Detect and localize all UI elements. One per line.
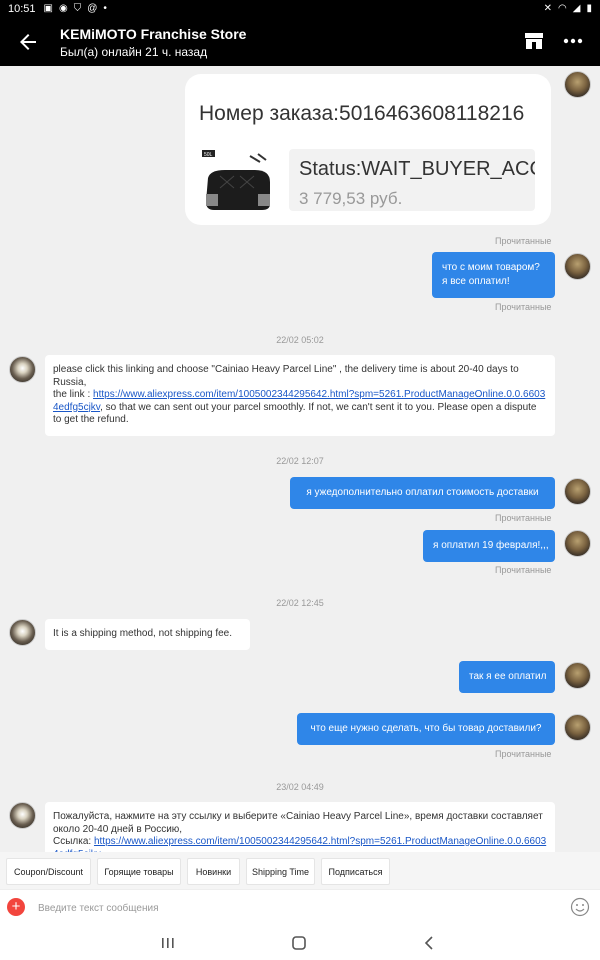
message-outgoing[interactable]: так я ее оплатил [459, 661, 555, 693]
date-divider: 22/02 05:02 [276, 335, 324, 345]
signal-icon: ◢ [572, 3, 581, 14]
battery-icon: ▮ [586, 3, 592, 14]
date-divider: 22/02 12:07 [276, 456, 324, 466]
add-attachment-icon[interactable]: + [7, 898, 25, 916]
read-receipt: Прочитанные [495, 749, 552, 759]
message-outgoing[interactable]: я ужедополнительно оплатил стоимость дос… [290, 477, 555, 509]
quick-action-shipping-time[interactable]: Shipping Time [246, 858, 315, 885]
message-input-bar: + [0, 889, 600, 925]
seller-avatar [9, 802, 36, 829]
message-text: the link : [53, 389, 94, 400]
message-incoming[interactable]: please click this linking and choose "Ca… [45, 355, 555, 436]
recent-apps-icon[interactable] [160, 935, 176, 951]
message-incoming[interactable]: Пожалуйста, нажмите на эту ссылку и выбе… [45, 802, 555, 852]
read-receipt: Прочитанные [495, 565, 552, 575]
mute-icon: ✕ [543, 3, 553, 14]
date-divider: 23/02 04:49 [276, 782, 324, 792]
quick-action-coupon[interactable]: Coupon/Discount [6, 858, 91, 885]
quick-action-subscribe[interactable]: Подписаться [321, 858, 390, 885]
gallery-icon: ▣ [43, 3, 53, 14]
order-card[interactable]: Номер заказа:5016463608118216 50L Status… [185, 74, 551, 225]
store-icon[interactable] [524, 32, 544, 50]
order-status: Status:WAIT_BUYER_ACCEPT_GOODS [299, 158, 535, 180]
order-number: Номер заказа:5016463608118216 [199, 102, 525, 125]
message-input[interactable] [30, 895, 560, 921]
message-text: , so that we can sent out your parcel sm… [53, 401, 537, 426]
message-text: please click this linking and choose "Ca… [53, 364, 519, 388]
user-avatar [564, 714, 591, 741]
chat-header: KEMiMOTO Franchise Store Был(а) онлайн 2… [0, 18, 600, 66]
user-avatar [564, 662, 591, 689]
message-outgoing[interactable]: я оплатил 19 февраля!,,, [423, 530, 555, 562]
emoji-icon[interactable] [570, 897, 590, 917]
message-outgoing[interactable]: что с моим товаром? я все оплатил! [432, 252, 555, 298]
message-incoming[interactable]: It is a shipping method, not shipping fe… [45, 619, 250, 650]
user-avatar [564, 253, 591, 280]
product-image: 50L [200, 148, 275, 213]
read-receipt: Прочитанные [495, 236, 552, 246]
order-status-box: Status:WAIT_BUYER_ACCEPT_GOODS 3 779,53 … [289, 149, 535, 211]
at-icon: @ [87, 3, 98, 14]
quick-action-new-arrivals[interactable]: Новинки [187, 858, 240, 885]
more-options-icon[interactable] [563, 32, 583, 50]
wifi-icon: ◠ [558, 3, 567, 14]
order-price: 3 779,53 руб. [299, 189, 403, 208]
chat-area[interactable]: Номер заказа:5016463608118216 50L Status… [0, 66, 600, 852]
back-icon[interactable] [422, 935, 438, 951]
messenger-icon: ◉ [58, 3, 68, 14]
product-link[interactable]: https://www.aliexpress.com/item/10050023… [53, 836, 546, 852]
dot-icon: • [103, 3, 107, 14]
status-bar: 10:51 ▣ ◉ ⛉ @ • ✕ ◠ ◢ ▮ [0, 0, 600, 18]
date-divider: 22/02 12:45 [276, 598, 324, 608]
online-status: Был(а) онлайн 21 ч. назад [60, 45, 208, 59]
message-text: Пожалуйста, нажмите на эту ссылку и выбе… [53, 811, 543, 835]
home-icon[interactable] [291, 935, 307, 951]
message-outgoing[interactable]: что еще нужно сделать, что бы товар дост… [297, 713, 555, 745]
system-navigation-bar [0, 925, 600, 960]
clock: 10:51 [8, 3, 36, 15]
seller-avatar [9, 356, 36, 383]
user-avatar [564, 478, 591, 505]
product-image-label: 50L [204, 152, 213, 158]
user-avatar [564, 530, 591, 557]
user-avatar [564, 71, 591, 98]
order-item[interactable]: 50L Status:WAIT_BUYER_ACCEPT_GOODS 3 779… [195, 140, 535, 220]
back-arrow-icon[interactable] [16, 30, 40, 54]
message-text: Ссылка: [53, 836, 94, 847]
quick-actions-bar: Coupon/Discount Горящие товары Новинки S… [0, 852, 600, 889]
read-receipt: Прочитанные [495, 513, 552, 523]
store-name[interactable]: KEMiMOTO Franchise Store [60, 26, 246, 42]
read-receipt: Прочитанные [495, 302, 552, 312]
shield-icon: ⛉ [73, 3, 82, 14]
quick-action-hot-deals[interactable]: Горящие товары [97, 858, 181, 885]
seller-avatar [9, 619, 36, 646]
